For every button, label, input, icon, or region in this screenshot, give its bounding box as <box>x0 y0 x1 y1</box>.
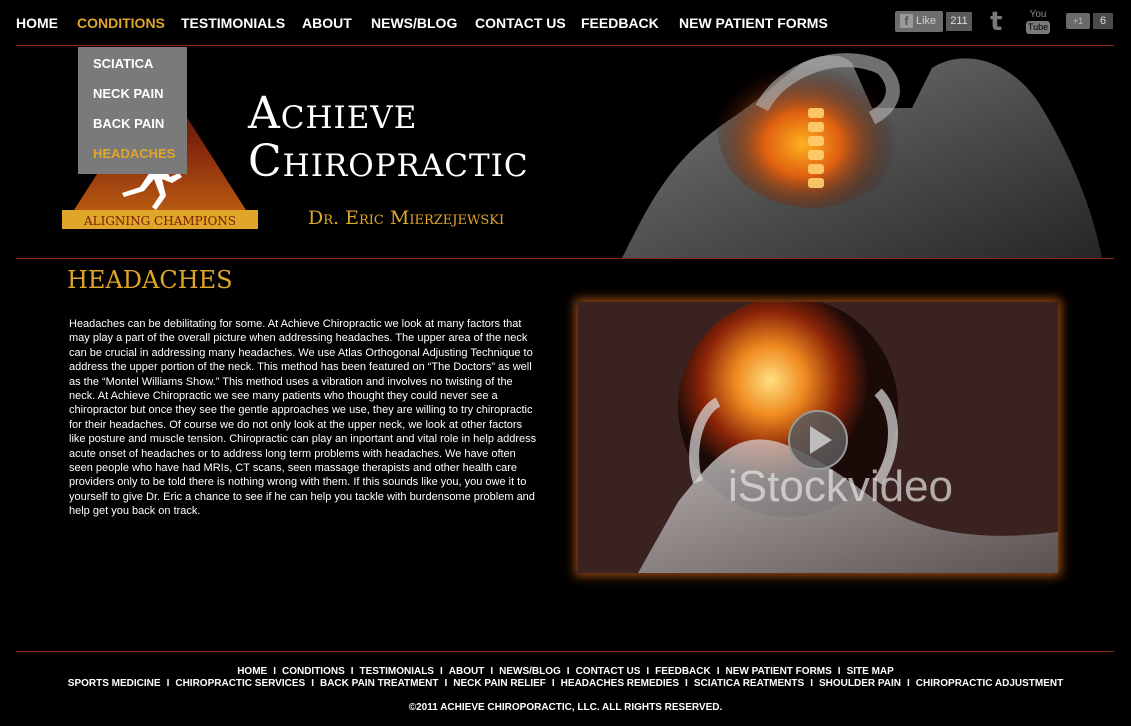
youtube-icon-top: You <box>1029 9 1047 20</box>
footer-divider <box>16 651 1114 652</box>
video-watermark: iStockvideo <box>728 462 954 511</box>
nav-news-blog[interactable]: NEWS/BLOG <box>371 15 457 31</box>
nav-testimonials[interactable]: TESTIMONIALS <box>181 15 285 31</box>
youtube-icon[interactable]: You Tube <box>1026 9 1050 34</box>
dropdown-neck-pain[interactable]: NECK PAIN <box>93 86 164 101</box>
google-plus-count: 6 <box>1093 13 1113 29</box>
logo-tagline: ALIGNING CHAMPIONS <box>83 214 236 228</box>
dropdown-headaches[interactable]: HEADACHES <box>93 146 175 161</box>
footer-link-news-blog[interactable]: NEWS/BLOG <box>499 666 561 677</box>
brand-name-line2: Chiropractic <box>248 136 529 187</box>
twitter-icon[interactable]: t <box>990 8 1002 36</box>
footer-link-home[interactable]: HOME <box>237 666 267 677</box>
footer-link-chiropractic-adjustment[interactable]: CHIROPRACTIC ADJUSTMENT <box>916 678 1063 689</box>
video-player[interactable]: iStockvideo <box>578 302 1058 573</box>
facebook-icon: f <box>900 14 913 28</box>
page-title: HEADACHES <box>67 266 233 294</box>
google-plus-one-button[interactable]: +1 <box>1066 13 1090 29</box>
nav-feedback[interactable]: FEEDBACK <box>581 15 659 31</box>
youtube-icon-bottom: Tube <box>1026 21 1050 34</box>
footer-link-neck-pain-relief[interactable]: NECK PAIN RELIEF <box>453 678 546 689</box>
footer-link-about[interactable]: ABOUT <box>449 666 485 677</box>
footer-link-testimonials[interactable]: TESTIMONIALS <box>360 666 434 677</box>
footer-link-back-pain-treatment[interactable]: BACK PAIN TREATMENT <box>320 678 439 689</box>
nav-home[interactable]: HOME <box>16 15 58 31</box>
nav-new-patient-forms[interactable]: NEW PATIENT FORMS <box>679 15 828 31</box>
dropdown-back-pain[interactable]: BACK PAIN <box>93 116 164 131</box>
nav-about[interactable]: ABOUT <box>302 15 352 31</box>
facebook-like-button[interactable]: f Like <box>895 11 943 32</box>
dropdown-sciatica[interactable]: SCIATICA <box>93 56 153 71</box>
article-body: Headaches can be debilitating for some. … <box>69 318 537 518</box>
footer-link-site-map[interactable]: SITE MAP <box>847 666 894 677</box>
copyright: ©2011 ACHIEVE CHIROPORACTIC, LLC. ALL RI… <box>408 702 723 713</box>
nav-conditions[interactable]: CONDITIONS <box>77 15 165 31</box>
brand-name-line1: Achieve <box>248 88 418 139</box>
footer-links-secondary: SPORTS MEDICINE I CHIROPRACTIC SERVICES I BA… <box>67 678 1064 689</box>
footer-link-contact-us[interactable]: CONTACT US <box>576 666 641 677</box>
footer-link-sciatica-treatments[interactable]: SCIATICA REATMENTS <box>694 678 804 689</box>
footer-link-sports-medicine[interactable]: SPORTS MEDICINE <box>68 678 161 689</box>
play-icon[interactable] <box>788 410 848 470</box>
nav-contact-us[interactable]: CONTACT US <box>475 15 566 31</box>
banner-divider <box>16 258 1114 259</box>
footer-link-new-patient-forms[interactable]: NEW PATIENT FORMS <box>726 666 832 677</box>
footer-link-headaches-remedies[interactable]: HEADACHES REMEDIES <box>561 678 679 689</box>
footer-link-chiropractic-services[interactable]: CHIROPRACTIC SERVICES <box>175 678 305 689</box>
header-divider <box>16 45 1114 46</box>
conditions-dropdown: SCIATICA NECK PAIN BACK PAIN HEADACHES <box>78 47 187 174</box>
facebook-like-label: Like <box>916 15 937 27</box>
footer-link-feedback[interactable]: FEEDBACK <box>655 666 711 677</box>
footer-links-primary: HOME I CONDITIONS I TESTIMONIALS I ABOUT I NEWS/… <box>237 666 894 677</box>
doctor-name: Dr. Eric Mierzejewski <box>308 207 505 229</box>
top-navigation: HOME CONDITIONS TESTIMONIALS ABOUT NEWS/… <box>0 0 1131 46</box>
hero-spine-image <box>622 48 1102 258</box>
facebook-like-count: 211 <box>946 12 972 31</box>
footer-link-shoulder-pain[interactable]: SHOULDER PAIN <box>819 678 901 689</box>
footer-link-conditions[interactable]: CONDITIONS <box>282 666 345 677</box>
